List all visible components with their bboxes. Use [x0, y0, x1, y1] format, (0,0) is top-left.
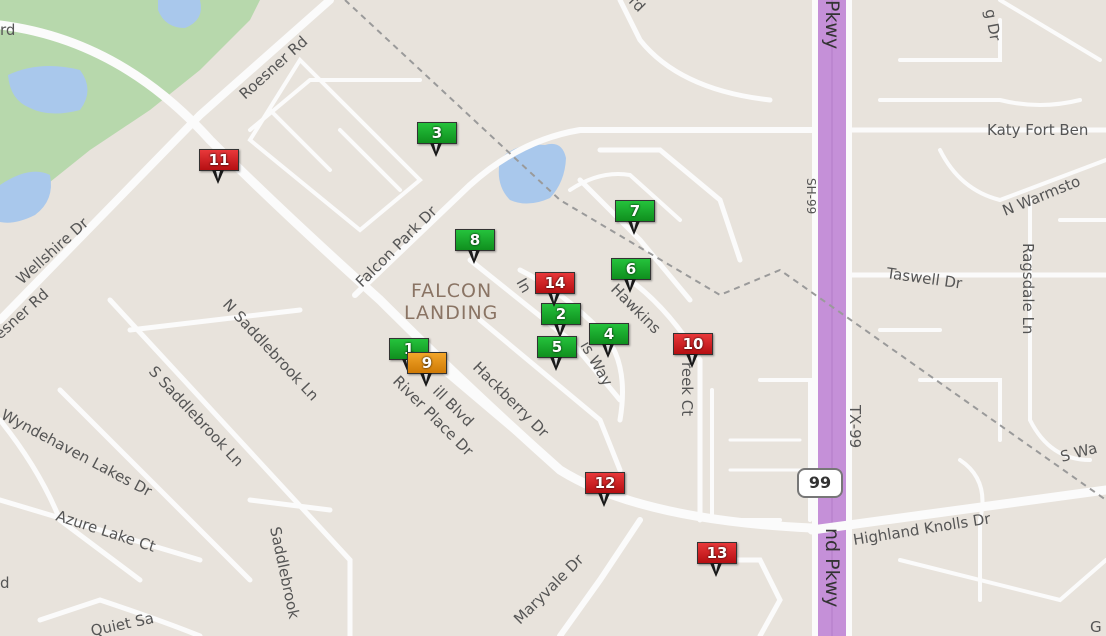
marker-label: 9	[407, 352, 447, 374]
street-label: S Wa	[1058, 439, 1099, 466]
highway-shield-99: 99	[797, 468, 843, 498]
street-label: reek Ct	[678, 362, 696, 416]
map-marker-10[interactable]: 10	[673, 333, 713, 368]
street-label: Katy Fort Ben	[987, 121, 1088, 139]
marker-pin-icon	[420, 373, 432, 387]
map-marker-12[interactable]: 12	[585, 472, 625, 507]
street-label: G	[1090, 618, 1102, 636]
street-label: Saddlebrook	[266, 525, 303, 621]
marker-pin-icon	[212, 170, 224, 184]
map-marker-4[interactable]: 4	[589, 323, 629, 358]
street-label: Falcon Park Dr	[352, 202, 441, 291]
map-marker-8[interactable]: 8	[455, 229, 495, 264]
street-label: Azure Lake Ct	[54, 507, 158, 556]
map-marker-11[interactable]: 11	[199, 149, 239, 184]
area-label: LANDING	[404, 302, 498, 324]
map-marker-6[interactable]: 6	[611, 258, 651, 293]
marker-label: 12	[585, 472, 625, 494]
map-marker-14[interactable]: 14	[535, 272, 575, 307]
marker-label: 10	[673, 333, 713, 355]
marker-label: 8	[455, 229, 495, 251]
marker-pin-icon	[710, 563, 722, 577]
map-marker-3[interactable]: 3	[417, 122, 457, 157]
marker-pin-icon	[686, 354, 698, 368]
marker-label: 2	[541, 303, 581, 325]
marker-pin-icon	[430, 143, 442, 157]
street-label: Wellshire Dr	[13, 213, 93, 288]
map-marker-9[interactable]: 9	[407, 352, 447, 387]
street-label: Pkwy	[821, 0, 843, 49]
street-label: Quiet Sa	[89, 609, 155, 636]
area-label: FALCON	[411, 280, 492, 302]
street-label: SH-99	[804, 178, 818, 214]
street-label: d	[0, 574, 10, 592]
marker-label: 7	[615, 200, 655, 222]
map-canvas[interactable]: Roesner Rd Wellshire Dr esner Rd Falcon …	[0, 0, 1106, 636]
marker-label: 6	[611, 258, 651, 280]
street-label: g Dr	[981, 8, 1004, 43]
street-label: Taswell Dr	[884, 264, 964, 293]
street-label: Roesner Rd	[236, 32, 312, 103]
marker-pin-icon	[548, 293, 560, 307]
marker-pin-icon	[468, 250, 480, 264]
map-marker-5[interactable]: 5	[537, 336, 577, 371]
marker-pin-icon	[602, 344, 614, 358]
marker-label: 13	[697, 542, 737, 564]
marker-pin-icon	[598, 493, 610, 507]
marker-label: 5	[537, 336, 577, 358]
marker-label: 4	[589, 323, 629, 345]
map-marker-2[interactable]: 2	[541, 303, 581, 338]
marker-pin-icon	[550, 357, 562, 371]
marker-label: 14	[535, 272, 575, 294]
map-marker-13[interactable]: 13	[697, 542, 737, 577]
street-label: Ragsdale Ln	[1019, 243, 1037, 334]
marker-label: 11	[199, 149, 239, 171]
marker-label: 3	[417, 122, 457, 144]
marker-pin-icon	[628, 221, 640, 235]
street-label: TX-99	[846, 404, 864, 448]
street-label: nd Pkwy	[821, 528, 843, 607]
marker-pin-icon	[624, 279, 636, 293]
map-marker-7[interactable]: 7	[615, 200, 655, 235]
street-label: rd	[0, 21, 15, 39]
street-label: S Saddlebrook Ln	[145, 362, 247, 470]
